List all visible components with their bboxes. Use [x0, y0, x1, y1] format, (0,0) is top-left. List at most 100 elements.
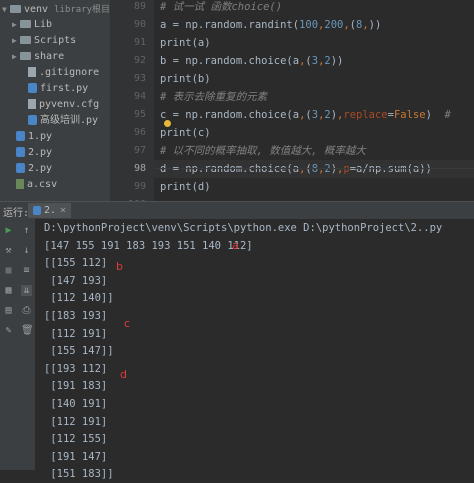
top-area: ▼venv library根目录 ▶Lib ▶Scripts ▶share .g…: [0, 0, 474, 228]
chevron-down-icon[interactable]: ▼: [2, 2, 10, 18]
close-icon[interactable]: ×: [60, 205, 66, 216]
console-output-line: [[183 193]: [44, 310, 108, 322]
console-output-line: [112 191]: [44, 327, 108, 340]
code-token: b = np.random.choice(a: [160, 55, 300, 67]
tree-item-1-py[interactable]: 1.py: [16, 129, 52, 145]
code-token: replace: [343, 109, 388, 121]
tree-item-note: library根目录: [54, 5, 110, 15]
console-output-line: [[193 112]: [44, 362, 108, 375]
console-command-line: D:\pythonProject\venv\Scripts\python.exe…: [44, 222, 443, 234]
code-line[interactable]: d = np.random.choice(a,(8,2),p=a/np.sum(…: [160, 160, 432, 178]
code-token: print(a): [160, 37, 211, 49]
console-output-line: [140 191]: [44, 398, 108, 410]
tree-item-training-py[interactable]: 高级培训.py: [28, 113, 98, 129]
annotation-label: a: [232, 239, 239, 252]
code-token: #: [444, 109, 451, 121]
chevron-right-icon[interactable]: ▶: [12, 17, 20, 33]
line-number: 91: [133, 37, 146, 48]
config-file-icon: [28, 99, 36, 109]
code-line[interactable]: print(b): [160, 70, 211, 88]
python-file-icon: [28, 115, 37, 125]
code-token: # 表示去除重复的元素: [160, 91, 268, 103]
scroll-to-end-icon[interactable]: ⇊: [21, 285, 32, 296]
trash-icon[interactable]: 🗑: [21, 325, 34, 336]
console-output-line: [191 147]: [44, 450, 108, 463]
tree-item-first-py[interactable]: first.py: [28, 81, 88, 97]
tree-item-scripts[interactable]: ▶ Scripts: [12, 33, 76, 49]
annotation-label: b: [116, 260, 123, 273]
console-output-line: [112 191]: [44, 415, 108, 428]
folder-icon: [20, 36, 31, 44]
folder-icon: [10, 5, 21, 13]
tree-item-lib[interactable]: ▶ Lib: [12, 17, 52, 33]
console-output-line: [147 193]: [44, 274, 108, 287]
line-number: 96: [133, 127, 146, 138]
line-number: 97: [133, 145, 146, 156]
code-line[interactable]: # 表示去除重复的元素: [160, 88, 267, 106]
python-file-icon: [16, 163, 25, 173]
code-line[interactable]: c = np.random.choice(a,(3,2),replace=Fal…: [160, 106, 451, 124]
console-output-line: [112 140]]: [44, 292, 114, 305]
folder-icon: [20, 52, 31, 60]
code-token: )): [330, 55, 344, 67]
run-label: 运行:: [3, 208, 30, 219]
tree-item-2-py[interactable]: 2.py: [16, 145, 52, 161]
code-token: ): [425, 109, 445, 121]
line-number: 98: [133, 163, 146, 174]
python-file-icon: [16, 147, 25, 157]
lightbulb-icon[interactable]: [164, 120, 171, 127]
run-tab[interactable]: 2. ×: [28, 203, 72, 218]
restore-layout-icon[interactable]: ▦: [3, 285, 14, 296]
code-token: )): [368, 19, 382, 31]
chevron-right-icon[interactable]: ▶: [12, 33, 20, 49]
annotation-label: c: [124, 317, 131, 330]
stop-icon[interactable]: ■: [3, 265, 14, 276]
code-token: print(c): [160, 127, 211, 139]
python-file-icon: [16, 131, 25, 141]
tree-item-venv[interactable]: ▼venv library根目录: [2, 2, 110, 18]
code-line[interactable]: print(a): [160, 34, 211, 52]
code-token: # 以不同的概率抽取, 数值越大, 概率越大: [160, 145, 366, 157]
code-line[interactable]: # 以不同的概率抽取, 数值越大, 概率越大: [160, 142, 366, 160]
tree-item-2-py-b[interactable]: 2.py: [16, 161, 52, 177]
print-icon[interactable]: ⎙: [21, 305, 32, 316]
pin-icon[interactable]: ✎: [3, 325, 14, 336]
tree-item-pyvenv-cfg[interactable]: pyvenv.cfg: [28, 97, 99, 113]
line-number-gutter: 8990919293949596979899100101: [110, 0, 154, 228]
annotation-label: d: [120, 368, 127, 381]
scroll-up-icon[interactable]: ↑: [21, 225, 32, 236]
tree-item-a-csv[interactable]: a.csv: [16, 177, 57, 193]
tree-item-share[interactable]: ▶ share: [12, 49, 64, 65]
soft-wrap-icon[interactable]: ≡: [21, 265, 32, 276]
line-number: 93: [133, 73, 146, 84]
code-line[interactable]: print(d): [160, 178, 211, 196]
code-token: 100: [299, 19, 319, 31]
console-output-line: [155 147]]: [44, 345, 114, 358]
code-token: print(d): [160, 181, 211, 193]
wrench-icon[interactable]: ⚒: [3, 245, 14, 256]
scroll-down-icon[interactable]: ↓: [21, 245, 32, 256]
console-output-line: [112 155]: [44, 433, 108, 446]
run-toolbar: 运行: 2. ×: [0, 201, 474, 220]
code-token: print(b): [160, 73, 211, 85]
console-output-line: [[155 112]: [44, 257, 108, 270]
code-editor[interactable]: # 试一试 函数choice() a = np.random.randint(10…: [154, 0, 474, 201]
python-file-icon: [28, 83, 37, 93]
run-tab-label: 2.: [44, 205, 57, 216]
python-file-icon: [33, 205, 41, 215]
code-token: 200: [324, 19, 344, 31]
code-line[interactable]: b = np.random.choice(a,(3,2)): [160, 52, 343, 70]
code-line[interactable]: # 试一试 函数choice(): [160, 0, 282, 16]
line-number: 95: [133, 109, 146, 120]
rerun-icon[interactable]: ▶: [3, 225, 14, 236]
method-divider: [154, 168, 474, 169]
tree-item-gitignore[interactable]: .gitignore: [28, 65, 99, 81]
chevron-right-icon[interactable]: ▶: [12, 49, 20, 65]
grid-icon[interactable]: ▤: [3, 305, 14, 316]
console-side-toolbar: ↑ ↓ ≡ ⇊ ⎙ 🗑: [17, 219, 36, 470]
file-icon: [28, 67, 36, 77]
code-line[interactable]: a = np.random.randint(100,200,(8,)): [160, 16, 381, 34]
run-console-output[interactable]: D:\pythonProject\venv\Scripts\python.exe…: [36, 219, 474, 480]
line-number: 94: [133, 91, 146, 102]
code-token: d = np.random.choice(a: [160, 163, 300, 175]
